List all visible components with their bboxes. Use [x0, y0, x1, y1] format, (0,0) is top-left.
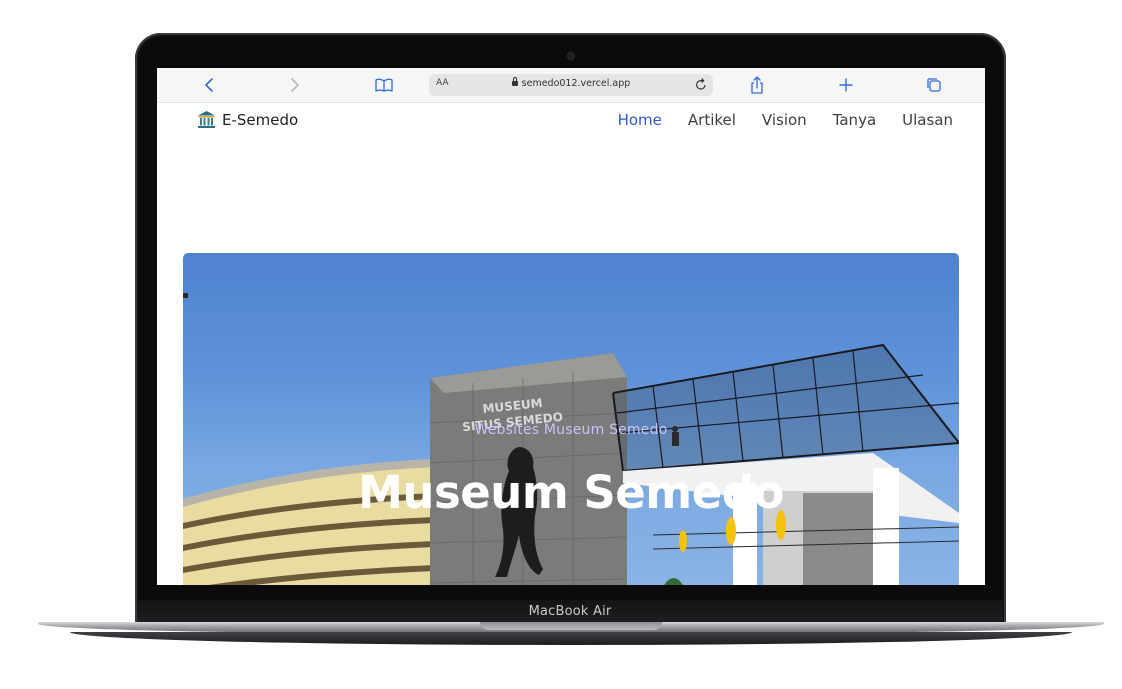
nav-vision[interactable]: Vision: [762, 111, 807, 129]
brand-name: E-Semedo: [222, 110, 299, 129]
nav-tanya[interactable]: Tanya: [833, 111, 876, 129]
lock-icon: [511, 77, 518, 86]
url-text: semedo012.vercel.app: [521, 78, 631, 89]
nav-links: Home Artikel Vision Tanya Ulasan: [618, 111, 953, 129]
nav-home[interactable]: Home: [618, 111, 662, 129]
laptop-base-bottom: [70, 632, 1072, 645]
chevron-right-icon[interactable]: [285, 75, 305, 95]
tabs-icon[interactable]: [924, 75, 944, 95]
nav-ulasan[interactable]: Ulasan: [902, 111, 953, 129]
browser-toolbar: AA semedo012.vercel.app: [157, 68, 985, 103]
address-bar[interactable]: AA semedo012.vercel.app: [429, 74, 713, 96]
laptop-label: MacBook Air: [137, 600, 1003, 624]
chevron-left-icon[interactable]: [199, 75, 219, 95]
reload-icon[interactable]: [695, 78, 707, 96]
site-navbar: E-Semedo Home Artikel Vision Tanya Ulasa…: [157, 103, 985, 137]
laptop-notch: [480, 622, 662, 630]
nav-artikel[interactable]: Artikel: [688, 111, 736, 129]
browser-screen: AA semedo012.vercel.app E-Semedo Home Ar…: [157, 68, 985, 585]
hero-subtitle: Websites Museum Semedo: [474, 422, 668, 438]
hero-banner: MUSEUM SITUS SEMEDO Websites Museum Seme…: [183, 253, 959, 585]
hero-title: Museum Semedo: [358, 466, 784, 519]
brand[interactable]: E-Semedo: [197, 110, 298, 129]
camera-icon: [568, 53, 574, 59]
museum-icon: [197, 110, 216, 129]
share-icon[interactable]: [747, 75, 767, 95]
book-icon[interactable]: [374, 75, 394, 95]
museum-photo: MUSEUM SITUS SEMEDO: [183, 293, 959, 585]
plus-icon[interactable]: [836, 75, 856, 95]
